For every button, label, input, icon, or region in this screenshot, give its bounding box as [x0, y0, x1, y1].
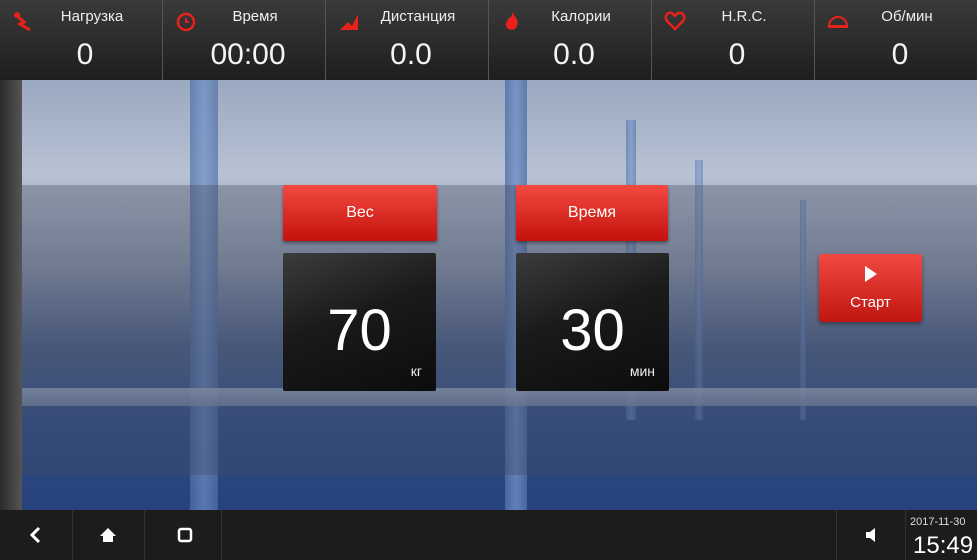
recent-apps-button[interactable] — [149, 510, 222, 560]
volume-button[interactable] — [836, 510, 906, 560]
navigation-bar: 2017-11-30 15:49 — [0, 510, 977, 560]
weight-unit: кг — [410, 363, 422, 379]
back-icon — [29, 526, 41, 544]
stat-heart-rate-label: H.R.C. — [721, 8, 767, 25]
stat-rpm: Об/мин 0 — [815, 0, 977, 80]
stat-heart-rate: H.R.C. 0 — [652, 0, 815, 80]
time-panel[interactable]: 30 мин — [516, 253, 669, 391]
weight-header-label: Вес — [346, 204, 374, 221]
stat-distance: Дистанция 0.0 — [326, 0, 489, 80]
stat-distance-label: Дистанция — [380, 8, 456, 25]
start-button[interactable]: Старт — [819, 254, 922, 322]
stat-calories-label: Калории — [551, 8, 611, 25]
stat-calories-value: 0.0 — [553, 38, 595, 71]
overlay-panel — [22, 185, 977, 475]
time-header-label: Время — [567, 204, 617, 221]
play-icon — [865, 266, 877, 282]
time-value: 30 — [560, 298, 625, 363]
stat-calories: Калории 0.0 — [489, 0, 652, 80]
left-edge — [0, 80, 22, 510]
stat-time: Время 00:00 — [163, 0, 326, 80]
weight-panel[interactable]: 70 кг — [283, 253, 436, 391]
stat-heart-rate-value: 0 — [728, 38, 746, 71]
back-button[interactable] — [0, 510, 73, 560]
stat-load: Нагрузка 0 — [0, 0, 163, 80]
stat-load-value: 0 — [76, 38, 94, 71]
stat-time-value: 00:00 — [210, 38, 286, 71]
stat-rpm-value: 0 — [891, 38, 909, 71]
stats-bar: Нагрузка 0 Время 00:00 Дистанция 0.0 Кал… — [0, 0, 977, 80]
stat-load-label: Нагрузка — [60, 8, 124, 25]
start-label: Старт — [850, 294, 891, 311]
status-time: 15:49 — [913, 532, 974, 559]
weight-header-button[interactable]: Вес — [283, 185, 437, 241]
stat-rpm-label: Об/мин — [881, 8, 933, 25]
status-date: 2017-11-30 — [910, 516, 966, 528]
stat-time-label: Время — [232, 8, 278, 25]
speaker-icon — [866, 528, 875, 542]
weight-value: 70 — [327, 298, 392, 363]
time-unit: мин — [629, 363, 655, 379]
home-button[interactable] — [72, 510, 145, 560]
time-header-button[interactable]: Время — [516, 185, 668, 241]
stat-distance-value: 0.0 — [390, 38, 432, 71]
home-icon — [100, 528, 116, 542]
recent-apps-icon — [177, 527, 193, 543]
